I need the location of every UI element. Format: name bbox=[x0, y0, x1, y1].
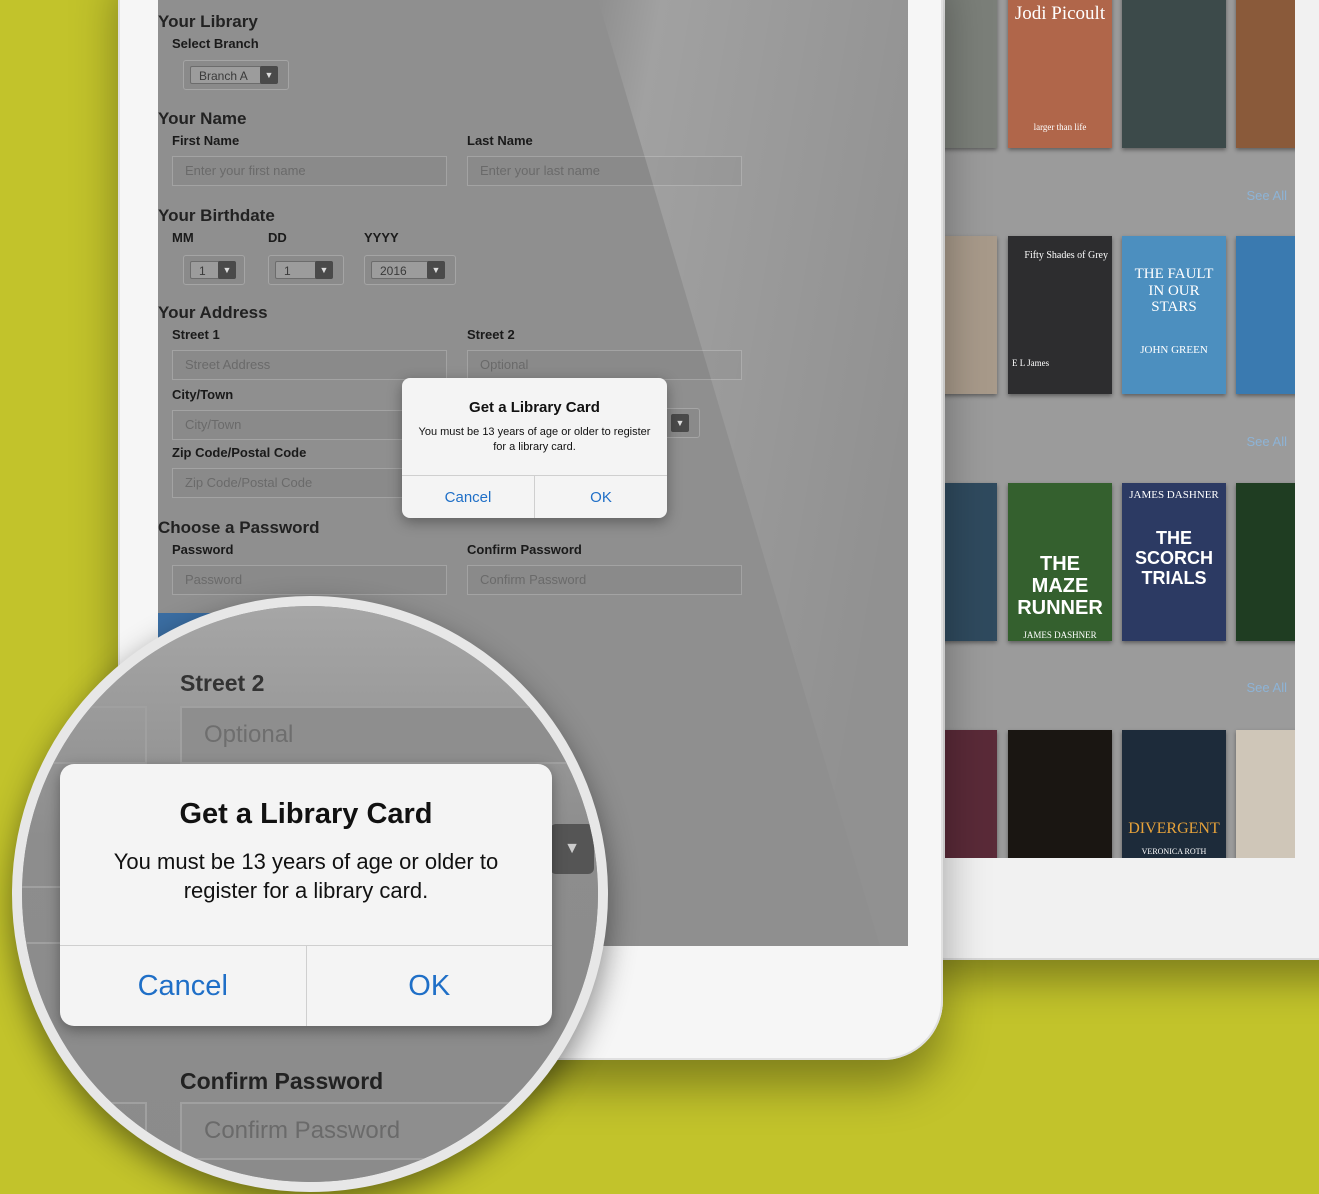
book-subtitle: E L James bbox=[1012, 358, 1050, 368]
zoom-dialog-title: Get a Library Card bbox=[179, 798, 433, 830]
section-title-name: Your Name bbox=[158, 109, 247, 128]
street2-label: Street 2 bbox=[467, 327, 515, 342]
year-label: YYYY bbox=[364, 230, 399, 245]
ok-button[interactable]: OK bbox=[534, 476, 667, 518]
month-label: MM bbox=[172, 230, 194, 245]
zoom-street1-input[interactable] bbox=[22, 706, 147, 764]
chevron-down-icon: ▼ bbox=[260, 66, 278, 84]
book-title: Jodi Picoult bbox=[1014, 3, 1106, 24]
street2-input[interactable]: Optional bbox=[467, 350, 742, 380]
book-cover[interactable] bbox=[945, 730, 997, 858]
confirm-password-input[interactable]: Confirm Password bbox=[467, 565, 742, 595]
street1-input[interactable]: Street Address bbox=[172, 350, 447, 380]
book-cover[interactable]: Jodi Picoult larger than life bbox=[1008, 0, 1112, 148]
book-cover[interactable]: Fifty Shades of Grey E L James bbox=[1008, 236, 1112, 394]
book-cover[interactable] bbox=[1122, 0, 1226, 148]
see-all-link[interactable]: See All bbox=[1247, 188, 1287, 203]
password-label: Password bbox=[172, 542, 234, 557]
book-title: THE SCORCH TRIALS bbox=[1134, 528, 1213, 588]
zoom-ok-button[interactable]: OK bbox=[305, 946, 553, 1026]
zoom-street2-label: Street 2 bbox=[180, 670, 265, 696]
cancel-button[interactable]: Cancel bbox=[402, 476, 534, 518]
dialog-message: You must be 13 years of age or older to … bbox=[418, 426, 651, 453]
section-title-address: Your Address bbox=[158, 303, 268, 322]
last-name-label: Last Name bbox=[467, 133, 533, 148]
zoom-cancel-button[interactable]: Cancel bbox=[60, 946, 306, 1026]
password-input[interactable]: Password bbox=[172, 565, 447, 595]
zoom-confirm-password-input[interactable]: Confirm Password bbox=[180, 1102, 598, 1160]
see-all-link[interactable]: See All bbox=[1247, 434, 1287, 449]
section-title-password: Choose a Password bbox=[158, 518, 320, 537]
book-subtitle: VERONICA ROTH bbox=[1141, 846, 1207, 856]
section-title-birthdate: Your Birthdate bbox=[158, 206, 275, 225]
street1-label: Street 1 bbox=[172, 327, 220, 342]
book-cover[interactable] bbox=[1008, 730, 1112, 858]
zoom-password-input[interactable] bbox=[22, 1102, 147, 1160]
dialog-title: Get a Library Card bbox=[469, 399, 600, 416]
first-name-label: First Name bbox=[172, 133, 240, 148]
first-name-input[interactable]: Enter your first name bbox=[172, 156, 447, 186]
year-select[interactable]: 2016 ▼ bbox=[364, 255, 456, 285]
zip-label: Zip Code/Postal Code bbox=[172, 445, 307, 460]
book-cover[interactable] bbox=[1236, 730, 1295, 858]
chevron-down-icon: ▼ bbox=[427, 261, 445, 279]
book-title: THE FAULT IN OUR STARS bbox=[1134, 266, 1214, 315]
book-cover[interactable] bbox=[945, 483, 997, 641]
book-title: DIVERGENT bbox=[1128, 820, 1220, 837]
branch-select-value: Branch A bbox=[190, 66, 266, 84]
book-cover[interactable] bbox=[945, 0, 997, 148]
zoom-dialog-message: You must be 13 years of age or older to … bbox=[113, 849, 499, 903]
zoom-age-alert-dialog: Get a Library Card You must be 13 years … bbox=[60, 764, 552, 1026]
book-subtitle: larger than life bbox=[1033, 121, 1087, 132]
book-cover[interactable]: JAMES DASHNER THE SCORCH TRIALS bbox=[1122, 483, 1226, 641]
last-name-input[interactable]: Enter your last name bbox=[467, 156, 742, 186]
month-select[interactable]: 1 ▼ bbox=[183, 255, 245, 285]
year-select-value: 2016 bbox=[371, 261, 433, 279]
confirm-password-label: Confirm Password bbox=[467, 542, 582, 557]
day-label: DD bbox=[268, 230, 287, 245]
book-subtitle: JAMES DASHNER bbox=[1129, 489, 1219, 501]
chevron-down-icon: ▼ bbox=[315, 261, 333, 279]
zoom-street2-input[interactable]: Optional bbox=[180, 706, 598, 764]
book-cover[interactable]: DIVERGENT VERONICA ROTH bbox=[1122, 730, 1226, 858]
book-subtitle: JOHN GREEN bbox=[1140, 343, 1208, 356]
zoom-confirm-password-label: Confirm Password bbox=[180, 1068, 384, 1094]
section-title-library: Your Library bbox=[158, 12, 258, 31]
branch-select[interactable]: Branch A ▼ bbox=[183, 60, 289, 90]
book-catalog-screen: Jodi Picoult larger than life See All Fi… bbox=[945, 0, 1295, 858]
day-select[interactable]: 1 ▼ bbox=[268, 255, 344, 285]
branch-label: Select Branch bbox=[172, 36, 259, 51]
chevron-down-icon: ▼ bbox=[218, 261, 236, 279]
book-cover[interactable] bbox=[1236, 236, 1295, 394]
book-cover[interactable] bbox=[1236, 0, 1295, 148]
see-all-link[interactable]: See All bbox=[1247, 680, 1287, 695]
book-title: THE MAZE RUNNER bbox=[1017, 553, 1103, 619]
chevron-down-icon: ▼ bbox=[671, 414, 689, 432]
age-alert-dialog: Get a Library Card You must be 13 years … bbox=[402, 378, 667, 518]
book-cover[interactable]: THE FAULT IN OUR STARS JOHN GREEN bbox=[1122, 236, 1226, 394]
city-label: City/Town bbox=[172, 387, 234, 402]
book-cover[interactable] bbox=[945, 236, 997, 394]
book-subtitle: JAMES DASHNER bbox=[1023, 630, 1097, 640]
chevron-down-icon: ▼ bbox=[550, 824, 594, 874]
book-cover[interactable] bbox=[1236, 483, 1295, 641]
book-cover[interactable]: THE MAZE RUNNER JAMES DASHNER bbox=[1008, 483, 1112, 641]
magnifier-callout: Street 2 Optional ▼ Confirm Password Con… bbox=[12, 596, 608, 1192]
book-title: Fifty Shades of Grey bbox=[1024, 250, 1108, 261]
